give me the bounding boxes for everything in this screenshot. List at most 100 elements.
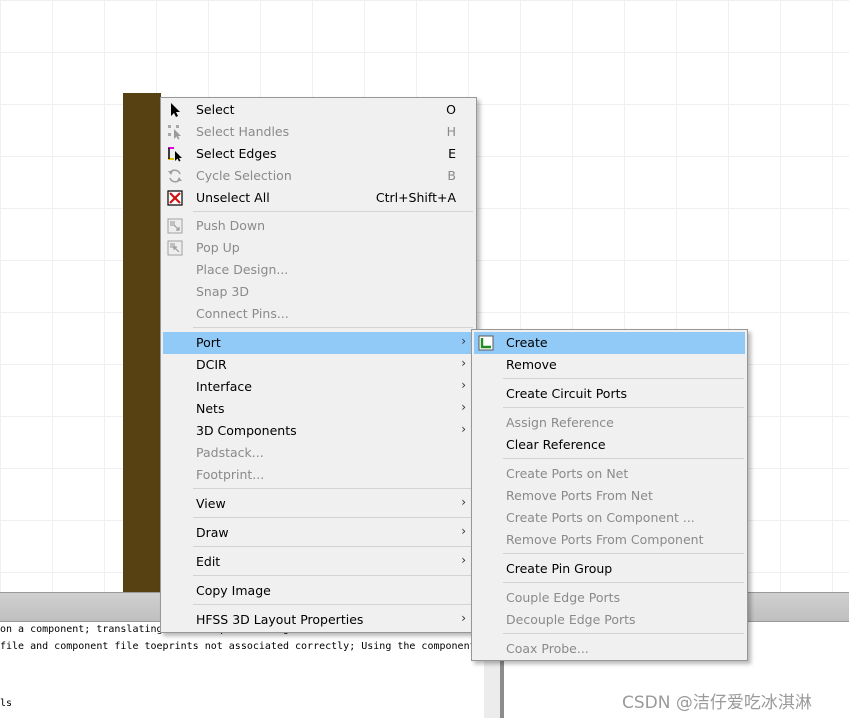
chevron-right-icon: › bbox=[461, 378, 466, 392]
menu-separator bbox=[193, 488, 473, 489]
menu-item-label: Remove Ports From Net bbox=[506, 488, 653, 503]
menu-item-label: Assign Reference bbox=[506, 415, 614, 430]
menu-item-label: Edit bbox=[196, 554, 221, 569]
menu-item-connect-pins[interactable]: Connect Pins... bbox=[163, 303, 474, 325]
menu-item-place-design[interactable]: Place Design... bbox=[163, 259, 474, 281]
create-port-icon bbox=[478, 335, 494, 351]
menu-item-label: Snap 3D bbox=[196, 284, 250, 299]
chevron-right-icon: › bbox=[461, 611, 466, 625]
menu-item-label: View bbox=[196, 496, 226, 511]
menu-item-select[interactable]: Select O bbox=[163, 99, 474, 121]
menu-item-label: Decouple Edge Ports bbox=[506, 612, 636, 627]
menu-item-cycle-selection[interactable]: Cycle Selection B bbox=[163, 165, 474, 187]
menu-item-label: Create Ports on Component ... bbox=[506, 510, 695, 525]
menu-item-label: Port bbox=[196, 335, 221, 350]
menu-separator bbox=[193, 604, 473, 605]
menu-item-label: Nets bbox=[196, 401, 225, 416]
select-edges-icon bbox=[167, 146, 183, 162]
log-line: ls bbox=[0, 698, 13, 709]
menu-item-label: Couple Edge Ports bbox=[506, 590, 621, 605]
context-menu: Select O Select Handles H Select Edges E bbox=[160, 97, 477, 633]
menu-item-label: Connect Pins... bbox=[196, 306, 289, 321]
menu-item-nets[interactable]: Nets › bbox=[163, 398, 474, 420]
menu-item-select-edges[interactable]: Select Edges E bbox=[163, 143, 474, 165]
menu-item-label: Remove Ports From Component bbox=[506, 532, 704, 547]
menu-item-label: Select Edges bbox=[196, 146, 277, 161]
submenu-item-clear-reference[interactable]: Clear Reference bbox=[474, 434, 745, 456]
chevron-right-icon: › bbox=[461, 422, 466, 436]
menu-item-shortcut: H bbox=[446, 124, 456, 139]
menu-separator bbox=[503, 458, 744, 459]
menu-item-label: Interface bbox=[196, 379, 252, 394]
menu-item-hfss-3d-layout-properties[interactable]: HFSS 3D Layout Properties › bbox=[163, 609, 474, 631]
menu-item-push-down[interactable]: Push Down bbox=[163, 215, 474, 237]
menu-item-select-handles[interactable]: Select Handles H bbox=[163, 121, 474, 143]
submenu-item-coax-probe[interactable]: Coax Probe... bbox=[474, 638, 745, 660]
menu-item-dcir[interactable]: DCIR › bbox=[163, 354, 474, 376]
menu-separator bbox=[503, 633, 744, 634]
menu-separator bbox=[503, 553, 744, 554]
menu-item-snap-3d[interactable]: Snap 3D bbox=[163, 281, 474, 303]
submenu-item-create-circuit-ports[interactable]: Create Circuit Ports bbox=[474, 383, 745, 405]
submenu-item-create[interactable]: Create bbox=[474, 332, 745, 354]
push-down-icon bbox=[167, 218, 183, 234]
submenu-item-create-pin-group[interactable]: Create Pin Group bbox=[474, 558, 745, 580]
log-line: file and component file toeprints not as… bbox=[0, 641, 476, 652]
menu-item-label: Clear Reference bbox=[506, 437, 606, 452]
menu-item-shortcut: B bbox=[447, 168, 456, 183]
menu-separator bbox=[503, 582, 744, 583]
menu-item-footprint[interactable]: Footprint... bbox=[163, 464, 474, 486]
menu-item-label: 3D Components bbox=[196, 423, 297, 438]
menu-item-draw[interactable]: Draw › bbox=[163, 522, 474, 544]
watermark: CSDN @洁仔爱吃冰淇淋 bbox=[622, 693, 812, 713]
menu-item-copy-image[interactable]: Copy Image bbox=[163, 580, 474, 602]
menu-item-view[interactable]: View › bbox=[163, 493, 474, 515]
chevron-right-icon: › bbox=[461, 524, 466, 538]
chevron-right-icon: › bbox=[461, 553, 466, 567]
menu-item-label: Create Ports on Net bbox=[506, 466, 629, 481]
menu-separator bbox=[193, 517, 473, 518]
select-handles-icon bbox=[167, 124, 183, 140]
menu-item-label: Footprint... bbox=[196, 467, 265, 482]
menu-item-shortcut: Ctrl+Shift+A bbox=[375, 190, 456, 205]
menu-item-unselect-all[interactable]: Unselect All Ctrl+Shift+A bbox=[163, 187, 474, 209]
menu-item-interface[interactable]: Interface › bbox=[163, 376, 474, 398]
menu-item-label: Create bbox=[506, 335, 548, 350]
menu-item-label: Select Handles bbox=[196, 124, 290, 139]
menu-item-edit[interactable]: Edit › bbox=[163, 551, 474, 573]
menu-separator bbox=[193, 211, 473, 212]
menu-item-shortcut: E bbox=[448, 146, 456, 161]
menu-item-label: Draw bbox=[196, 525, 229, 540]
port-submenu: Create Remove Create Circuit Ports Assig… bbox=[471, 329, 748, 661]
submenu-item-decouple-edge-ports[interactable]: Decouple Edge Ports bbox=[474, 609, 745, 631]
menu-item-label: Place Design... bbox=[196, 262, 289, 277]
cycle-icon bbox=[167, 168, 183, 184]
menu-item-3d-components[interactable]: 3D Components › bbox=[163, 420, 474, 442]
menu-item-label: Cycle Selection bbox=[196, 168, 292, 183]
submenu-item-remove-ports-from-net[interactable]: Remove Ports From Net bbox=[474, 485, 745, 507]
menu-separator bbox=[193, 575, 473, 576]
menu-item-pop-up[interactable]: Pop Up bbox=[163, 237, 474, 259]
message-log: on a component; translating with unique … bbox=[0, 622, 484, 718]
submenu-item-create-ports-on-net[interactable]: Create Ports on Net bbox=[474, 463, 745, 485]
menu-item-padstack[interactable]: Padstack... bbox=[163, 442, 474, 464]
menu-item-label: Push Down bbox=[196, 218, 266, 233]
menu-separator bbox=[503, 378, 744, 379]
layout-design-object[interactable] bbox=[123, 93, 161, 592]
submenu-item-remove-ports-from-component[interactable]: Remove Ports From Component bbox=[474, 529, 745, 551]
menu-item-port[interactable]: Port › bbox=[163, 332, 474, 354]
menu-item-label: DCIR bbox=[196, 357, 227, 372]
menu-item-label: Copy Image bbox=[196, 583, 271, 598]
menu-separator bbox=[503, 407, 744, 408]
submenu-item-remove[interactable]: Remove bbox=[474, 354, 745, 376]
menu-separator bbox=[193, 546, 473, 547]
menu-item-shortcut: O bbox=[446, 102, 456, 117]
menu-item-label: Pop Up bbox=[196, 240, 240, 255]
menu-item-label: HFSS 3D Layout Properties bbox=[196, 612, 364, 627]
chevron-right-icon: › bbox=[461, 495, 466, 509]
submenu-item-assign-reference[interactable]: Assign Reference bbox=[474, 412, 745, 434]
submenu-item-create-ports-on-component[interactable]: Create Ports on Component ... bbox=[474, 507, 745, 529]
submenu-item-couple-edge-ports[interactable]: Couple Edge Ports bbox=[474, 587, 745, 609]
chevron-right-icon: › bbox=[461, 400, 466, 414]
menu-item-label: Select bbox=[196, 102, 235, 117]
